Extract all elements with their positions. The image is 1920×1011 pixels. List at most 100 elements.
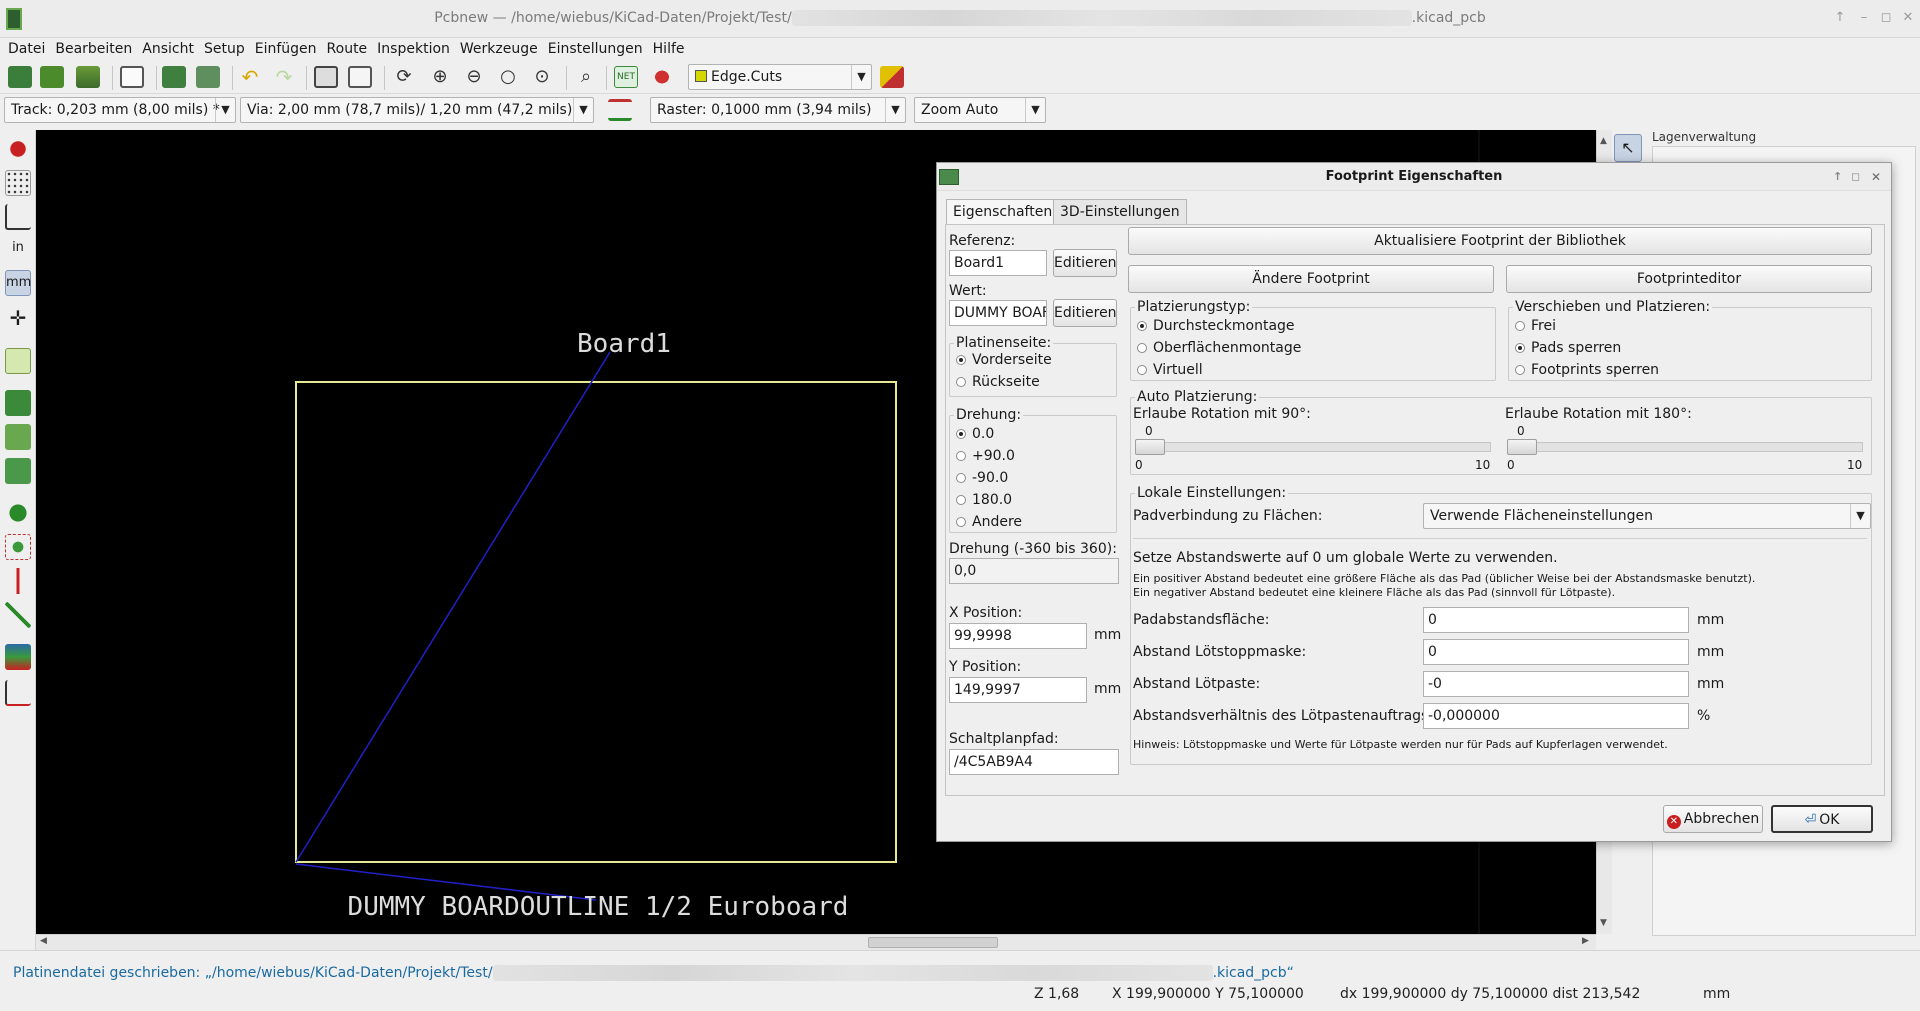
scroll-down-icon[interactable]: ▼ (1600, 918, 1607, 928)
radio-footprints-sperren[interactable]: Footprints sperren (1515, 362, 1659, 378)
layer-select[interactable]: Edge.Cuts ▼ (688, 64, 872, 90)
zoom-selection-icon[interactable]: ⊙ (530, 66, 554, 88)
layers-manager-icon[interactable] (5, 644, 31, 670)
layer-pair-icon[interactable] (880, 66, 904, 88)
ratsnest-icon[interactable] (5, 348, 31, 374)
new-board-icon[interactable] (8, 66, 32, 88)
footprint-editor-button[interactable]: Footprinteditor (1506, 265, 1872, 293)
window-keep-above-icon[interactable]: ↑ (1832, 10, 1848, 26)
page-settings-icon[interactable] (120, 66, 144, 88)
cursor-shape-icon[interactable]: ✛ (5, 306, 31, 332)
dialog-keep-above-icon[interactable]: ↑ (1833, 163, 1842, 191)
rot180-slider[interactable] (1507, 442, 1863, 452)
x-position-input[interactable]: 99,9998 (949, 623, 1087, 649)
referenz-input[interactable]: Board1 (949, 250, 1047, 276)
tab-3d-einstellungen[interactable]: 3D-Einstellungen (1053, 199, 1187, 225)
scroll-right-icon[interactable]: ▶ (1582, 936, 1589, 946)
redo-icon[interactable]: ↷ (272, 66, 296, 88)
window-close-icon[interactable]: ✕ (1900, 10, 1916, 26)
grid-select[interactable]: Raster: 0,1000 mm (3,94 mils) ▼ (650, 97, 906, 123)
canvas-horizontal-scrollbar[interactable]: ◀ ▶ (36, 934, 1596, 950)
schaltplanpfad-input[interactable]: /4C5AB9A4 (949, 749, 1119, 775)
redraw-icon[interactable]: ⟳ (392, 66, 416, 88)
pad-clearance-input[interactable]: 0 (1423, 607, 1689, 633)
print-icon[interactable] (314, 66, 338, 88)
radio-rot-plus90[interactable]: +90.0 (956, 448, 1015, 464)
save-board-icon[interactable] (76, 66, 100, 88)
netlist-icon[interactable]: NET (614, 66, 638, 88)
dialog-maximize-icon[interactable]: ◻ (1851, 163, 1860, 191)
radio-pads-sperren[interactable]: Pads sperren (1515, 340, 1621, 356)
via-sketch-icon[interactable] (5, 534, 31, 560)
zone-outline-icon[interactable] (5, 424, 31, 450)
zoom-in-icon[interactable]: ⊕ (428, 66, 452, 88)
menu-hilfe[interactable]: Hilfe (648, 38, 690, 60)
radio-durchsteck[interactable]: Durchsteckmontage (1137, 318, 1295, 334)
radio-virtuell[interactable]: Virtuell (1137, 362, 1203, 378)
mask-clearance-input[interactable]: 0 (1423, 639, 1689, 665)
pad-sketch-icon[interactable] (5, 500, 31, 526)
edit-referenz-button[interactable]: Editieren (1053, 249, 1117, 277)
tab-eigenschaften[interactable]: Eigenschaften (946, 199, 1060, 225)
track-sketch-icon[interactable] (5, 568, 31, 594)
rot90-slider-thumb[interactable] (1135, 439, 1165, 455)
zone-sketch-icon[interactable] (5, 458, 31, 484)
window-minimize-icon[interactable]: – (1856, 10, 1872, 26)
cancel-button[interactable]: ✕ Abbrechen (1663, 805, 1763, 833)
microwave-tools-icon[interactable] (5, 680, 31, 706)
window-maximize-icon[interactable]: ◻ (1878, 10, 1894, 26)
menu-einfuegen[interactable]: Einfügen (250, 38, 322, 60)
rot90-slider[interactable] (1135, 442, 1491, 452)
scroll-thumb[interactable] (868, 937, 998, 948)
radio-vorderseite[interactable]: Vorderseite (956, 352, 1052, 368)
wert-input[interactable]: DUMMY BOAF (949, 300, 1047, 326)
radio-rot-0[interactable]: 0.0 (956, 426, 994, 442)
undo-icon[interactable]: ↶ (238, 66, 262, 88)
pad-connection-select[interactable]: Verwende Flächeneinstellungen ▼ (1423, 503, 1871, 529)
ok-button[interactable]: ⏎ OK (1771, 805, 1873, 833)
radio-rot-andere[interactable]: Andere (956, 514, 1022, 530)
zone-fill-icon[interactable] (5, 390, 31, 416)
polar-coords-icon[interactable] (5, 204, 31, 230)
menu-route[interactable]: Route (322, 38, 373, 60)
open-board-icon[interactable] (40, 66, 64, 88)
via-size-select[interactable]: Via: 2,00 mm (78,7 mils)/ 1,20 mm (47,2 … (240, 97, 594, 123)
track-width-select[interactable]: Track: 0,203 mm (8,00 mils) * ▼ (4, 97, 236, 123)
radio-rueckseite[interactable]: Rückseite (956, 374, 1040, 390)
rot180-slider-thumb[interactable] (1507, 439, 1537, 455)
zoom-select[interactable]: Zoom Auto ▼ (914, 97, 1046, 123)
scroll-up-icon[interactable]: ▲ (1600, 136, 1607, 146)
zoom-fit-icon[interactable]: ○ (496, 66, 520, 88)
menu-bearbeiten[interactable]: Bearbeiten (50, 38, 137, 60)
radio-rot-minus90[interactable]: -90.0 (956, 470, 1008, 486)
radio-rot-180[interactable]: 180.0 (956, 492, 1012, 508)
y-position-input[interactable]: 149,9997 (949, 677, 1087, 703)
menu-setup[interactable]: Setup (199, 38, 250, 60)
footprint-library-icon[interactable] (162, 66, 186, 88)
radio-oberflaeche[interactable]: Oberflächenmontage (1137, 340, 1301, 356)
grid-toggle-icon[interactable] (5, 170, 31, 196)
high-contrast-icon[interactable] (5, 602, 31, 628)
select-tool-icon[interactable]: ↖ (1614, 134, 1642, 162)
menu-einstellungen[interactable]: Einstellungen (543, 38, 648, 60)
menu-werkzeuge[interactable]: Werkzeuge (455, 38, 543, 60)
dialog-close-icon[interactable]: ✕ (1871, 163, 1881, 191)
auto-track-width-icon[interactable] (608, 99, 632, 121)
plot-icon[interactable] (348, 66, 372, 88)
drehung-custom-input[interactable]: 0,0 (949, 558, 1119, 584)
zoom-out-icon[interactable]: ⊖ (462, 66, 486, 88)
edit-wert-button[interactable]: Editieren (1053, 299, 1117, 327)
find-icon[interactable]: ⌕ (574, 66, 598, 88)
menu-datei[interactable]: Datei (0, 38, 50, 60)
units-mm-button[interactable]: mm (5, 270, 31, 296)
menu-inspektion[interactable]: Inspektion (372, 38, 455, 60)
footprint-viewer-icon[interactable] (196, 66, 220, 88)
drc-off-icon[interactable] (5, 136, 31, 162)
units-inch-button[interactable]: in (5, 236, 31, 262)
radio-frei[interactable]: Frei (1515, 318, 1556, 334)
paste-clearance-input[interactable]: -0 (1423, 671, 1689, 697)
scroll-left-icon[interactable]: ◀ (40, 936, 47, 946)
change-footprint-button[interactable]: Ändere Footprint (1128, 265, 1494, 293)
menu-ansicht[interactable]: Ansicht (137, 38, 199, 60)
update-footprint-button[interactable]: Aktualisiere Footprint der Bibliothek (1128, 227, 1872, 255)
